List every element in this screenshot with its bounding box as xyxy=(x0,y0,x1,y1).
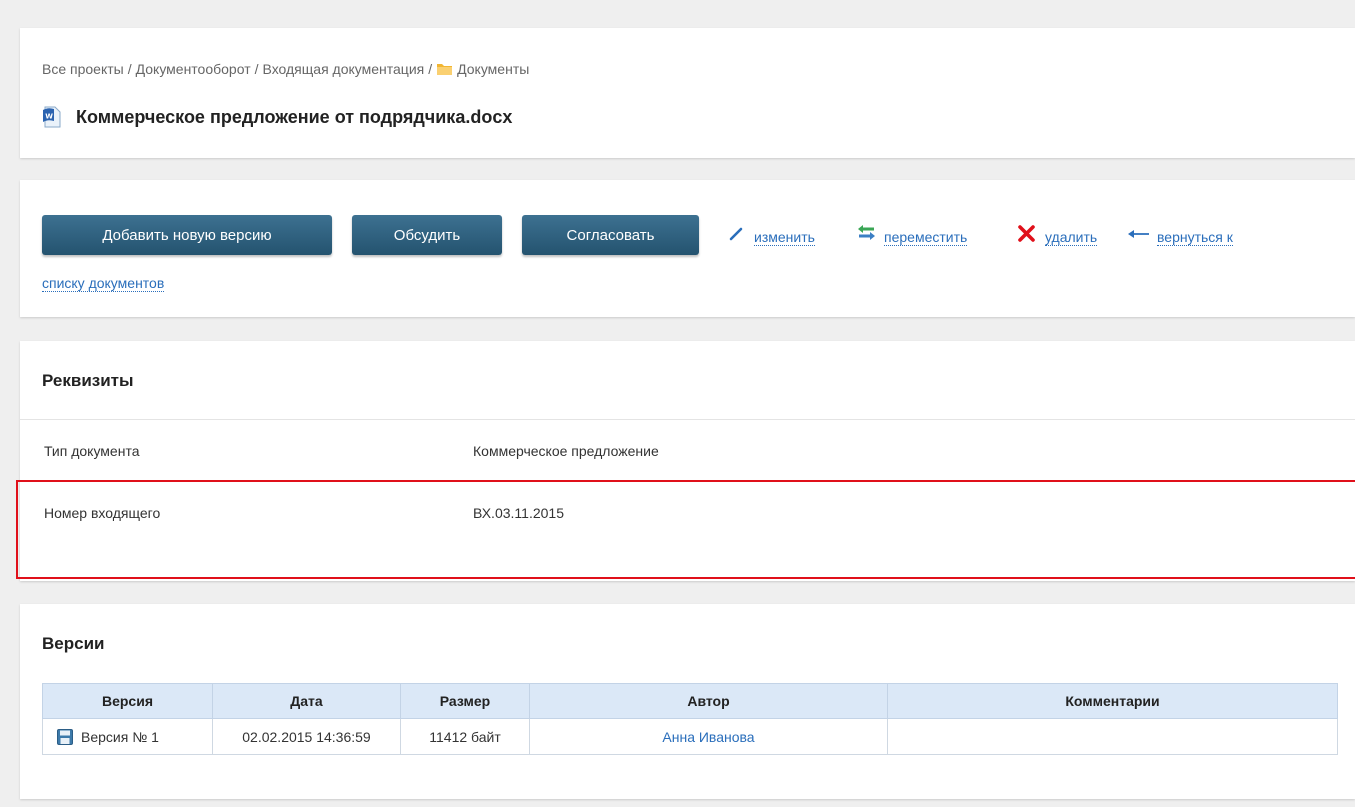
save-disk-icon[interactable] xyxy=(57,728,73,745)
table-header-row: Версия Дата Размер Автор Комментарии xyxy=(42,683,1338,719)
document-title-row: W Коммерческое предложение от подрядчика… xyxy=(42,106,512,128)
breadcrumb-separator: / xyxy=(127,61,132,77)
breadcrumb-separator: / xyxy=(254,61,259,77)
column-header-comments[interactable]: Комментарии xyxy=(887,683,1338,719)
move-icon xyxy=(858,225,875,240)
page-title: Коммерческое предложение от подрядчика.d… xyxy=(76,106,513,127)
version-label: Версия № 1 xyxy=(81,728,159,745)
author-link[interactable]: Анна Иванова xyxy=(662,729,754,745)
delete-icon xyxy=(1018,225,1035,242)
field-value-incoming-number: ВХ.03.11.2015 xyxy=(473,505,564,521)
edit-link[interactable]: изменить xyxy=(754,229,815,246)
pencil-icon xyxy=(729,227,743,241)
column-header-date[interactable]: Дата xyxy=(212,683,401,719)
versions-panel: Версии Версия Дата Размер Автор Коммента… xyxy=(20,604,1355,799)
requisites-panel: Реквизиты Тип документа Коммерческое пре… xyxy=(16,341,1355,581)
version-date: 02.02.2015 14:36:59 xyxy=(212,718,401,755)
versions-table: Версия Дата Размер Автор Комментарии Вер… xyxy=(42,683,1338,755)
discuss-button[interactable]: Обсудить xyxy=(352,215,502,255)
breadcrumb-incoming-docs[interactable]: Входящая документация xyxy=(263,61,425,77)
divider xyxy=(20,419,1355,420)
field-value-doc-type: Коммерческое предложение xyxy=(473,443,659,459)
versions-title: Версии xyxy=(42,634,105,653)
breadcrumb-all-projects[interactable]: Все проекты xyxy=(42,61,124,77)
column-header-version[interactable]: Версия xyxy=(42,683,213,719)
version-size: 11412 байт xyxy=(400,718,530,755)
breadcrumb-docflow[interactable]: Документооборот xyxy=(136,61,251,77)
requisites-title: Реквизиты xyxy=(42,371,134,390)
breadcrumb-separator: / xyxy=(428,61,433,77)
column-header-author[interactable]: Автор xyxy=(529,683,888,719)
approve-button[interactable]: Согласовать xyxy=(522,215,699,255)
word-doc-icon: W xyxy=(43,106,61,128)
svg-text:W: W xyxy=(45,113,53,121)
column-header-size[interactable]: Размер xyxy=(400,683,530,719)
document-header: Все проекты / Документооборот / Входящая док… xyxy=(20,28,1355,158)
arrow-left-icon xyxy=(1128,230,1149,238)
version-comment xyxy=(887,718,1338,755)
breadcrumb: Все проекты / Документооборот / Входящая док… xyxy=(42,61,529,77)
table-row: Версия № 1 02.02.2015 14:36:59 11412 бай… xyxy=(42,718,1338,755)
move-link[interactable]: переместить xyxy=(884,229,968,246)
field-label-incoming-number: Номер входящего xyxy=(44,505,161,521)
folder-icon xyxy=(437,64,453,75)
delete-link[interactable]: удалить xyxy=(1045,229,1098,246)
add-version-button[interactable]: Добавить новую версию xyxy=(42,215,332,255)
actions-panel: Добавить новую версию Обсудить Согласова… xyxy=(20,180,1355,317)
back-link-continuation[interactable]: списку документов xyxy=(42,275,165,292)
back-link[interactable]: вернуться к xyxy=(1157,229,1233,246)
author-cell: Анна Иванова xyxy=(529,718,888,755)
highlight-box xyxy=(16,480,1355,579)
field-label-doc-type: Тип документа xyxy=(44,443,140,459)
breadcrumb-documents[interactable]: Документы xyxy=(457,61,529,77)
version-cell: Версия № 1 xyxy=(42,718,213,755)
